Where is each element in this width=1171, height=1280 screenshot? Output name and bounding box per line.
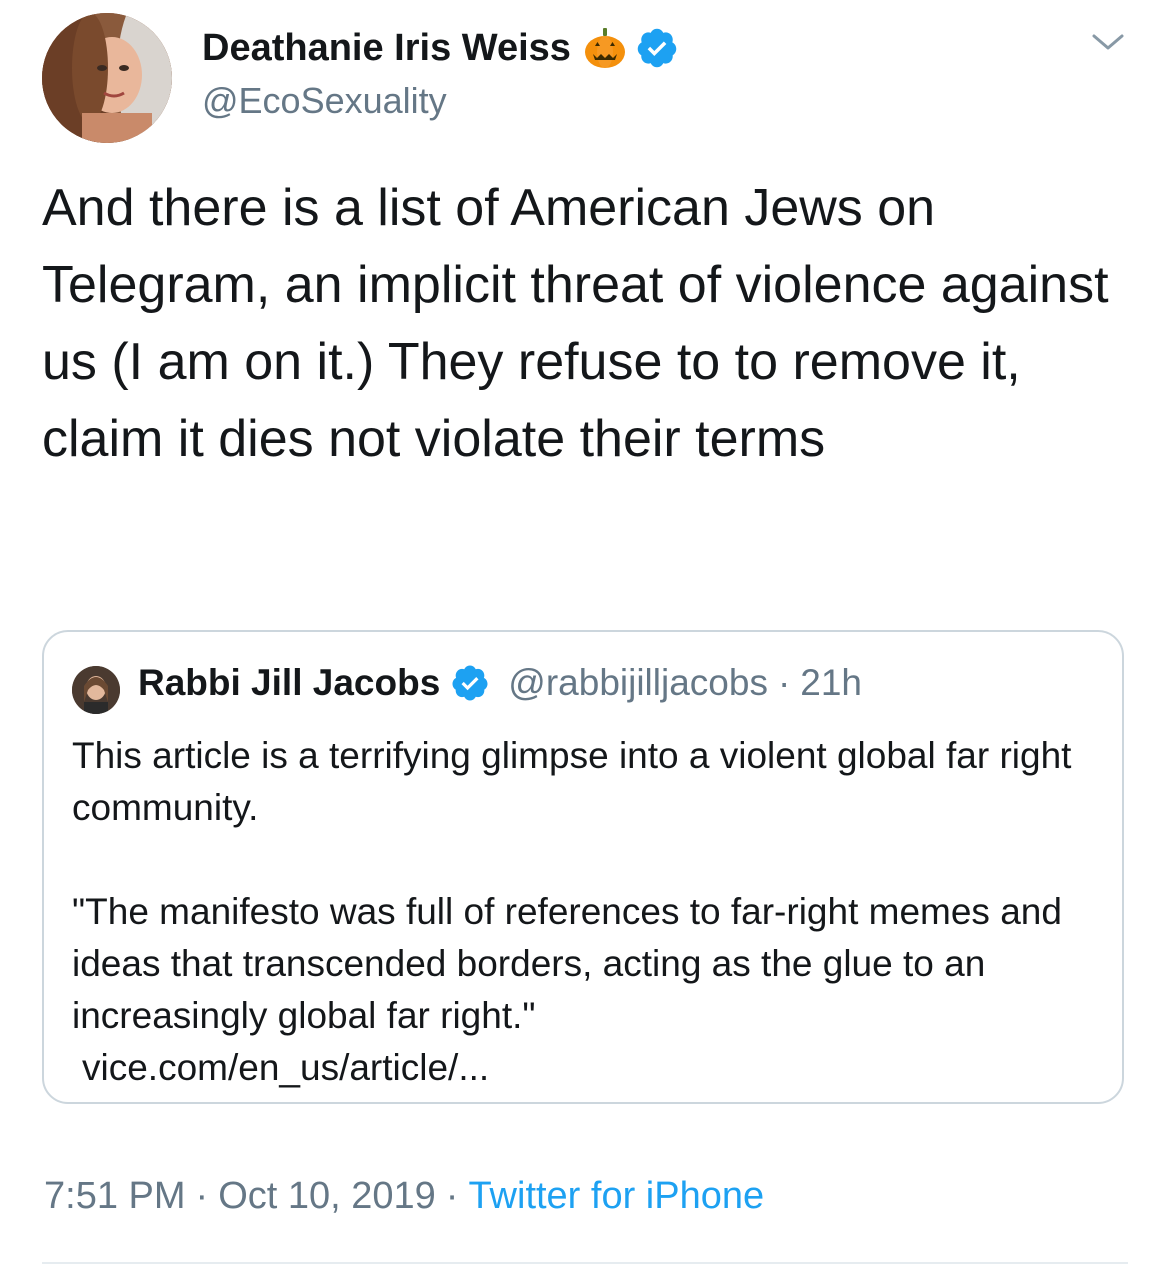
meta-separator: · — [195, 1175, 209, 1217]
quoted-author-handle[interactable]: @rabbijilljacobs — [508, 662, 768, 704]
meta-separator: · — [445, 1175, 459, 1217]
quoted-paragraph-1: This article is a terrifying glimpse int… — [72, 735, 1072, 828]
tweet-text: And there is a list of American Jews on … — [42, 179, 1109, 468]
header-separator: · — [777, 662, 791, 703]
tweet-time[interactable]: 7:51 PM — [44, 1175, 186, 1217]
quoted-tweet-time[interactable]: 21h — [800, 662, 862, 704]
quoted-tweet-header: Rabbi Jill Jacobs @rabbijilljacobs · 21h — [138, 662, 862, 704]
quoted-tweet-body: This article is a terrifying glimpse int… — [72, 730, 1102, 1094]
chevron-down-icon[interactable] — [1090, 30, 1126, 54]
divider — [42, 1262, 1128, 1264]
author-display-name[interactable]: Deathanie Iris Weiss — [202, 27, 571, 70]
quoted-author-avatar[interactable] — [72, 666, 120, 714]
quoted-paragraph-2: "The manifesto was full of references to… — [72, 891, 1062, 1036]
quoted-tweet-card[interactable]: Rabbi Jill Jacobs @rabbijilljacobs · 21h… — [42, 630, 1124, 1104]
pumpkin-icon — [583, 26, 627, 70]
author-name-row[interactable]: Deathanie Iris Weiss — [202, 26, 679, 70]
quoted-article-link[interactable]: vice.com/en_us/article/... — [72, 1042, 1102, 1094]
quoted-author-name[interactable]: Rabbi Jill Jacobs — [138, 662, 440, 704]
verified-badge-icon — [450, 663, 490, 703]
tweet-source-link[interactable]: Twitter for iPhone — [468, 1175, 764, 1217]
verified-badge-icon — [635, 26, 679, 70]
tweet-date[interactable]: Oct 10, 2019 — [218, 1175, 436, 1217]
tweet-metadata: 7:51 PM · Oct 10, 2019 · Twitter for iPhone — [44, 1175, 764, 1218]
author-avatar[interactable] — [42, 13, 172, 143]
author-handle[interactable]: @EcoSexuality — [202, 80, 447, 122]
